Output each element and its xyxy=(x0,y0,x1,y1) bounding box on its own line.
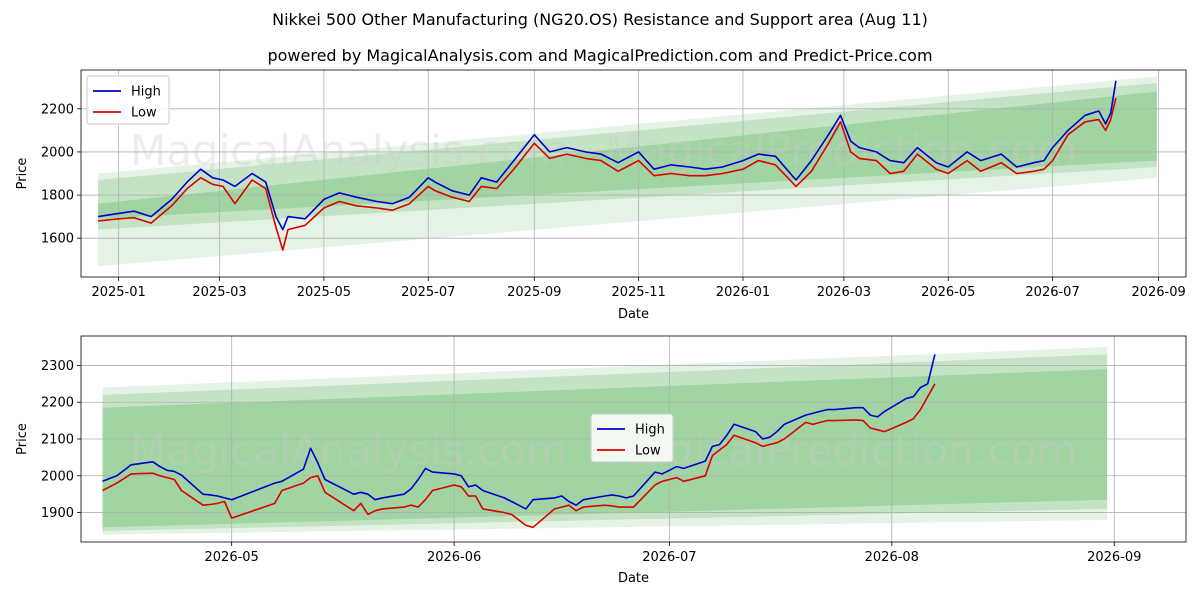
y-tick-label: 1900 xyxy=(41,506,74,521)
plot-area: MagicalAnalysis.com MagicalPrediction.com xyxy=(81,70,1186,277)
legend-box xyxy=(590,413,674,463)
y-tick-label: 2200 xyxy=(41,102,74,117)
x-tick-label: 2026-06 xyxy=(427,550,481,565)
y-axis-label: Price xyxy=(15,423,30,455)
legend: High Low xyxy=(86,75,170,125)
chart-panel-1: MagicalAnalysis.com MagicalPrediction.com… xyxy=(15,69,1187,322)
legend-label-high: High xyxy=(635,423,665,438)
legend-label-high: High xyxy=(131,85,161,100)
x-tick-label: 2026-07 xyxy=(1025,285,1079,300)
legend-label-low: Low xyxy=(635,444,661,459)
watermark-analysis: MagicalAnalysis.com xyxy=(130,426,567,475)
y-tick-label: 2300 xyxy=(41,359,74,374)
x-tick-label: 2026-05 xyxy=(205,550,259,565)
y-tick-label: 2100 xyxy=(41,433,74,448)
x-tick-label: 2026-05 xyxy=(921,285,975,300)
x-axis-label: Date xyxy=(618,307,649,322)
y-tick-label: 1800 xyxy=(41,189,74,204)
x-tick-label: 2025-03 xyxy=(192,285,246,300)
legend-label-low: Low xyxy=(131,106,157,121)
x-axis-label: Date xyxy=(618,571,649,586)
x-tick-label: 2026-09 xyxy=(1087,550,1141,565)
x-tick-label: 2025-09 xyxy=(507,285,561,300)
y-tick-label: 2000 xyxy=(41,469,74,484)
x-tick-label: 2026-07 xyxy=(642,550,696,565)
x-tick-label: 2026-01 xyxy=(716,285,770,300)
y-tick-label: 1600 xyxy=(41,232,74,247)
x-tick-label: 2026-08 xyxy=(865,550,919,565)
y-tick-label: 2000 xyxy=(41,145,74,160)
y-axis-label: Price xyxy=(15,158,30,190)
x-tick-label: 2025-07 xyxy=(401,285,455,300)
legend: High Low xyxy=(590,413,674,463)
x-tick-label: 2025-11 xyxy=(611,285,665,300)
chart-figure: Nikkei 500 Other Manufacturing (NG20.OS)… xyxy=(0,0,1200,600)
watermark-analysis: MagicalAnalysis.com xyxy=(130,126,567,175)
chart-panel-2: MagicalAnalysis.com MagicalPrediction.com… xyxy=(15,335,1187,586)
x-tick-label: 2026-09 xyxy=(1131,285,1185,300)
legend-box xyxy=(86,75,170,125)
x-tick-label: 2026-03 xyxy=(817,285,871,300)
x-tick-label: 2025-05 xyxy=(297,285,351,300)
x-tick-label: 2025-01 xyxy=(91,285,145,300)
chart-canvas: MagicalAnalysis.com MagicalPrediction.com… xyxy=(15,69,1187,586)
watermark-prediction: MagicalPrediction.com xyxy=(605,126,1078,175)
y-tick-label: 2200 xyxy=(41,396,74,411)
